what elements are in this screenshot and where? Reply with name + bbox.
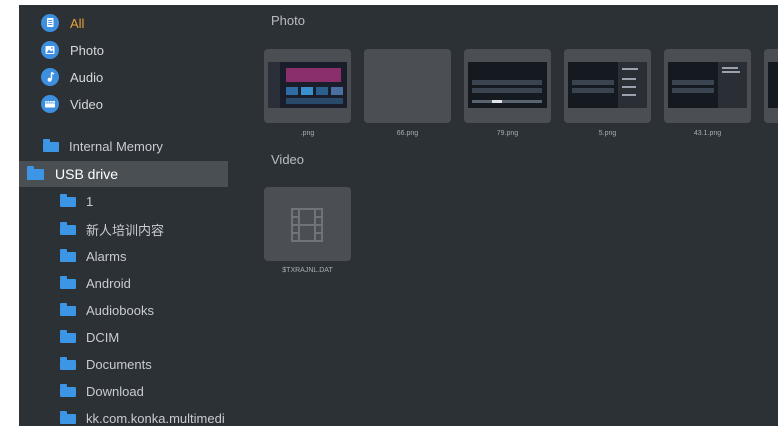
usb-drive-row-content: USB drive — [27, 164, 118, 184]
folder-label: Documents — [86, 356, 152, 372]
folder-item[interactable]: Android — [60, 273, 131, 293]
folder-item[interactable]: Alarms — [60, 246, 126, 266]
folder-item[interactable]: kk.com.konka.multimedi — [60, 408, 228, 426]
category-label: Photo — [70, 42, 104, 58]
category-photo[interactable]: Photo — [41, 39, 104, 61]
category-all[interactable]: All — [41, 12, 84, 34]
folder-label: Android — [86, 275, 131, 291]
music-note-icon — [41, 68, 59, 86]
category-label: Audio — [70, 69, 104, 85]
photo-thumbnail[interactable] — [764, 49, 778, 123]
folder-icon — [60, 275, 76, 289]
folder-icon — [60, 383, 76, 397]
folder-icon — [27, 166, 44, 180]
category-label: Video — [70, 96, 104, 112]
folder-item[interactable]: 新人培训内容 — [60, 219, 164, 239]
folder-icon — [60, 356, 76, 370]
thumbnail-image — [568, 62, 647, 108]
folder-icon — [60, 410, 76, 424]
folder-icon — [60, 221, 76, 235]
sidebar: All Photo Audio Video Internal Memory US… — [19, 5, 228, 426]
photo-section-title: Photo — [271, 13, 305, 28]
storage-label: Internal Memory — [69, 138, 163, 154]
folder-item[interactable]: 1 — [60, 191, 93, 211]
category-audio[interactable]: Audio — [41, 66, 103, 88]
folder-icon — [60, 329, 76, 343]
photo-thumbnail[interactable] — [664, 49, 751, 123]
film-icon — [291, 208, 323, 242]
folder-icon — [60, 193, 76, 207]
photo-icon — [41, 41, 59, 59]
video-section-title: Video — [271, 152, 305, 167]
folder-item[interactable]: Documents — [60, 354, 152, 374]
storage-internal-memory[interactable]: Internal Memory — [43, 136, 163, 156]
photo-thumbnail[interactable] — [364, 49, 451, 123]
folder-label: Alarms — [86, 248, 127, 264]
folder-label: Audiobooks — [86, 302, 154, 318]
photo-thumbnail[interactable] — [464, 49, 551, 123]
storage-usb-drive[interactable]: USB drive — [19, 161, 228, 187]
folder-item[interactable]: DCIM — [60, 327, 119, 347]
photo-caption: 5.png — [598, 130, 617, 137]
file-manager-screen: All Photo Audio Video Internal Memory US… — [19, 5, 778, 426]
folder-label: 1 — [86, 193, 94, 209]
folder-label: DCIM — [86, 329, 120, 345]
storage-label: USB drive — [55, 166, 119, 182]
folder-item[interactable]: Audiobooks — [60, 300, 154, 320]
thumbnail-image — [468, 62, 547, 108]
photo-caption: 66.png — [396, 130, 419, 137]
photo-caption: 43.1.png — [693, 130, 722, 137]
video-caption: $TXRAJNL.DAT — [282, 267, 333, 274]
document-icon — [41, 14, 59, 32]
folder-label: kk.com.konka.multimedi — [86, 410, 225, 426]
category-label: All — [70, 15, 85, 31]
video-icon — [41, 95, 59, 113]
folder-icon — [43, 138, 59, 152]
folder-label: 新人培训内容 — [86, 222, 165, 238]
photo-thumbnail[interactable] — [264, 49, 351, 123]
thumbnail-image — [668, 62, 747, 108]
photo-thumbnail[interactable] — [564, 49, 651, 123]
thumbnail-image — [268, 62, 347, 108]
folder-icon — [60, 248, 76, 262]
photo-caption: 79.png — [496, 130, 519, 137]
thumbnail-image — [768, 62, 778, 108]
photo-caption: .png — [300, 130, 315, 137]
folder-icon — [60, 302, 76, 316]
video-thumbnail[interactable] — [264, 187, 351, 261]
category-video[interactable]: Video — [41, 93, 103, 115]
folder-item[interactable]: Download — [60, 381, 144, 401]
folder-label: Download — [86, 383, 144, 399]
